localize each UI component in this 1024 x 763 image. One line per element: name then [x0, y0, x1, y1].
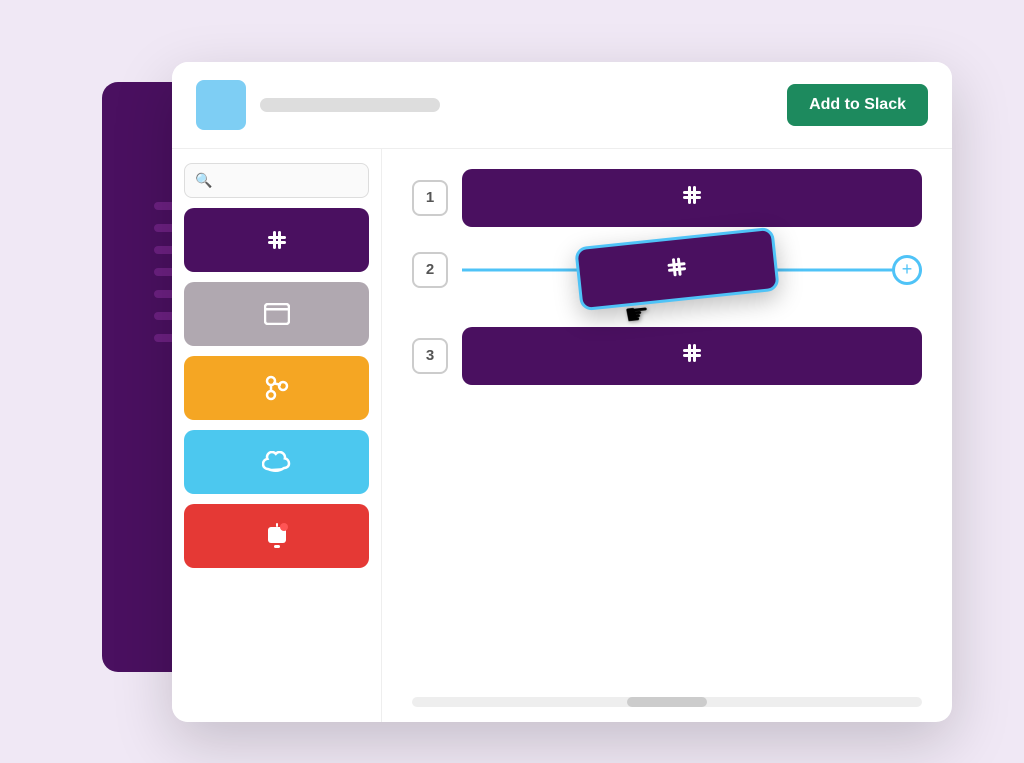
- left-sidebar: 🔍: [172, 149, 382, 722]
- slot-app-card-1[interactable]: [462, 169, 922, 227]
- search-box[interactable]: 🔍: [184, 163, 369, 198]
- sidebar-item-source-control[interactable]: [184, 356, 369, 420]
- slot-number-1: 1: [412, 180, 448, 216]
- slot-number-2: 2: [412, 252, 448, 288]
- main-window: Add to Slack 🔍: [172, 62, 952, 722]
- sidebar-item-slack[interactable]: [184, 208, 369, 272]
- sidebar-item-salesforce[interactable]: [184, 430, 369, 494]
- app-title-bar: [260, 98, 440, 112]
- slot-app-card-3[interactable]: [462, 327, 922, 385]
- top-bar: Add to Slack: [172, 62, 952, 149]
- add-to-slack-button[interactable]: Add to Slack: [787, 84, 928, 126]
- slack-hash-icon-slot1: [678, 181, 706, 214]
- drag-cursor-icon: ☛: [623, 296, 651, 331]
- main-content: 1 2: [382, 149, 952, 722]
- connector-circle: +: [892, 255, 922, 285]
- content-area: 🔍: [172, 149, 952, 722]
- slot-row-1: 1: [412, 169, 922, 227]
- slack-hash-icon: [263, 226, 291, 254]
- scrollbar-thumb: [627, 697, 707, 707]
- slot-row-3: 3: [412, 327, 922, 385]
- dragged-card-slack-icon: [661, 251, 692, 287]
- app-avatar: [196, 80, 246, 130]
- search-icon: 🔍: [195, 172, 212, 189]
- slack-hash-icon-slot3: [678, 339, 706, 372]
- slot-number-3: 3: [412, 338, 448, 374]
- cloud-icon: [262, 451, 292, 473]
- browser-icon: [264, 303, 290, 325]
- scene-wrapper: Add to Slack 🔍: [62, 42, 962, 722]
- sidebar-item-browser[interactable]: [184, 282, 369, 346]
- sidebar-item-notifications[interactable]: [184, 504, 369, 568]
- bottom-scrollbar[interactable]: [412, 697, 922, 707]
- notification-icon: [265, 522, 289, 550]
- source-control-icon: [265, 375, 289, 401]
